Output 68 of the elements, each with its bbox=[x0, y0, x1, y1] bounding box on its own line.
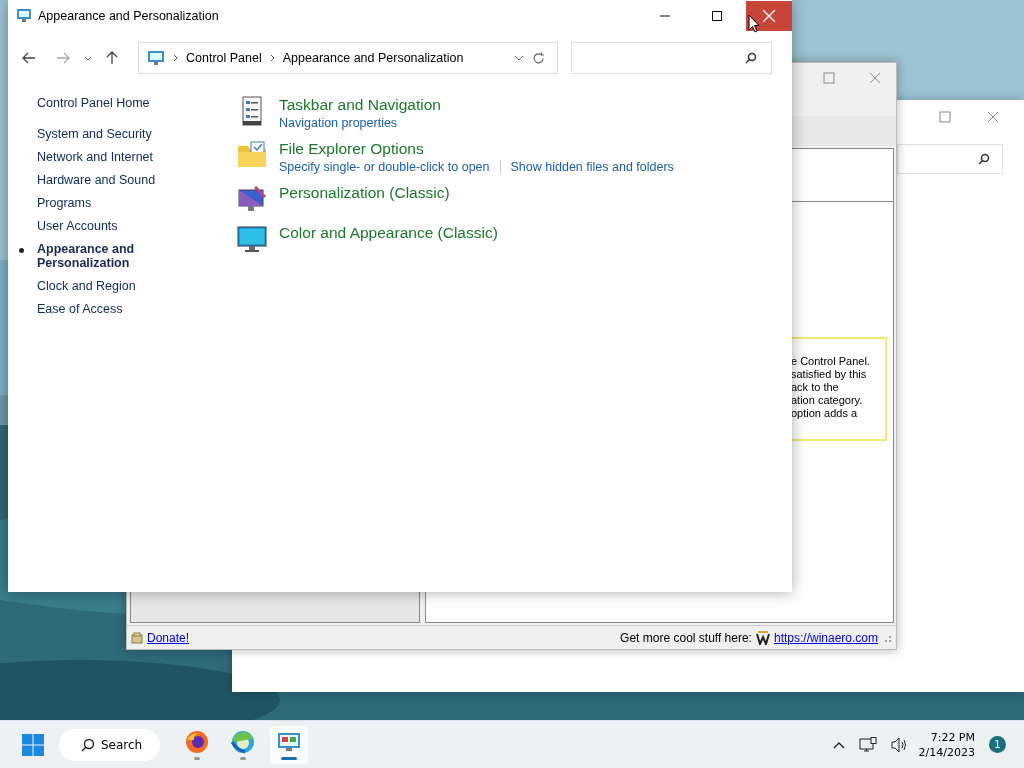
promo-text: Get more cool stuff here: bbox=[620, 630, 752, 645]
breadcrumb-item[interactable]: Appearance and Personalization bbox=[282, 51, 464, 65]
category-link[interactable]: File Explorer Options bbox=[279, 140, 674, 158]
sidebar-item[interactable]: System and Security bbox=[37, 127, 157, 141]
close-button[interactable] bbox=[746, 1, 792, 31]
network-icon[interactable] bbox=[858, 736, 877, 753]
monitor-icon bbox=[237, 224, 267, 254]
control-panel-icon bbox=[147, 50, 165, 66]
w-logo-icon bbox=[755, 630, 770, 645]
control-panel-icon bbox=[16, 8, 32, 24]
close-icon[interactable] bbox=[869, 72, 881, 84]
search-icon bbox=[978, 153, 990, 165]
sidebar-item[interactable]: Hardware and Sound bbox=[37, 173, 157, 187]
window-title: Appearance and Personalization bbox=[38, 9, 219, 23]
start-icon[interactable] bbox=[21, 732, 45, 757]
breadcrumb-item[interactable]: Control Panel bbox=[186, 51, 262, 65]
maximize-icon bbox=[712, 11, 722, 21]
close-icon[interactable] bbox=[987, 111, 999, 123]
dropdown-icon[interactable] bbox=[84, 55, 92, 61]
tooltip-text: ack to the bbox=[791, 381, 840, 394]
sidebar-item[interactable]: Control Panel Home bbox=[37, 96, 157, 110]
up-icon[interactable] bbox=[106, 51, 118, 65]
volume-icon[interactable] bbox=[890, 736, 909, 753]
chevron-icon bbox=[269, 54, 275, 62]
selected-bullet-icon bbox=[19, 248, 24, 253]
task-link[interactable]: Show hidden files and folders bbox=[510, 160, 674, 174]
donate-icon bbox=[131, 631, 143, 644]
tooltip-text: option adds a bbox=[791, 407, 859, 420]
tooltip-text: satisfied by this bbox=[791, 368, 868, 381]
task-link[interactable]: Specify single- or double-click to open bbox=[279, 160, 490, 174]
notification-badge[interactable]: 1 bbox=[989, 736, 1006, 753]
category-link[interactable]: Taskbar and Navigation bbox=[279, 96, 441, 114]
mouse-pointer-icon bbox=[748, 14, 760, 33]
category-link[interactable]: Color and Appearance (Classic) bbox=[279, 224, 498, 242]
tooltip-text: e Control Panel. bbox=[791, 355, 871, 368]
donate-link[interactable]: Donate! bbox=[147, 630, 190, 645]
website-link[interactable]: https://winaero.com bbox=[773, 630, 878, 645]
fox-globe-icon bbox=[185, 729, 210, 754]
address-bar[interactable]: Control Panel Appearance and Personalization bbox=[138, 42, 558, 74]
sidebar-item[interactable]: Ease of Access bbox=[37, 302, 157, 316]
close-icon bbox=[763, 10, 775, 22]
sidebar-item[interactable]: Appearance and Personalization bbox=[37, 242, 137, 270]
sidebar-item[interactable]: User Accounts bbox=[37, 219, 157, 233]
search-button[interactable]: Search bbox=[59, 728, 161, 761]
sidebar-item[interactable]: Clock and Region bbox=[37, 279, 157, 293]
clock-date[interactable]: 2/14/2023 bbox=[918, 744, 975, 760]
refresh-icon[interactable] bbox=[532, 51, 545, 65]
search-field[interactable] bbox=[897, 144, 1003, 174]
dropdown-icon[interactable] bbox=[514, 55, 524, 61]
control-panel-taskbar-button[interactable] bbox=[270, 725, 309, 764]
sidebar-item[interactable]: Network and Internet bbox=[37, 150, 157, 164]
running-indicator bbox=[240, 756, 247, 760]
sidebar-item[interactable]: Programs bbox=[37, 196, 157, 210]
running-indicator bbox=[281, 756, 298, 760]
chevron-icon bbox=[173, 54, 178, 62]
browser-icon bbox=[231, 729, 256, 754]
search-icon bbox=[745, 52, 757, 64]
running-indicator bbox=[194, 756, 201, 760]
back-icon[interactable] bbox=[22, 52, 36, 64]
search-icon bbox=[81, 737, 95, 752]
category-link[interactable]: Personalization (Classic) bbox=[279, 184, 450, 202]
chevron-up-icon[interactable] bbox=[832, 740, 845, 749]
folder-icon bbox=[237, 140, 267, 170]
clock-time[interactable]: 7:22 PM bbox=[930, 729, 975, 745]
search-field[interactable] bbox=[571, 42, 772, 74]
monitor-brush-icon bbox=[237, 184, 267, 214]
task-link[interactable]: Navigation properties bbox=[279, 116, 398, 130]
tooltip-text: ation category. bbox=[791, 394, 864, 407]
